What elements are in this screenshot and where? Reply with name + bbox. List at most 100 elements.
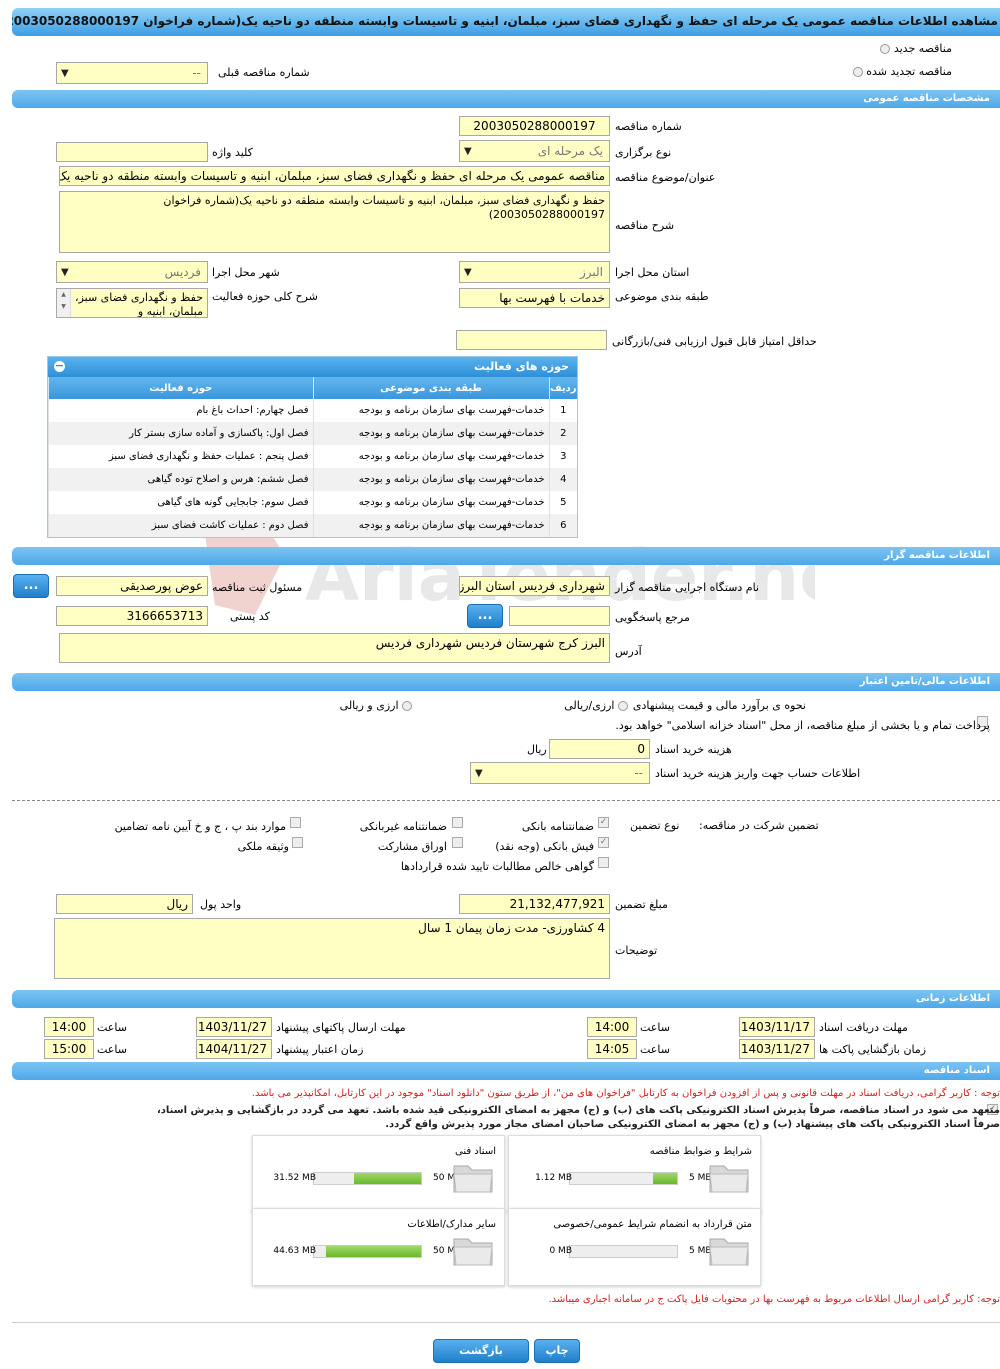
min-score-field[interactable] <box>456 330 607 350</box>
bank-guarantee-checkbox[interactable]: ✓ <box>598 817 609 828</box>
table-row[interactable]: 4 خدمات-فهرست بهای سازمان برنامه و بودجه ف… <box>48 468 577 491</box>
non-bank-checkbox[interactable] <box>452 817 463 828</box>
row-category: خدمات-فهرست بهای سازمان برنامه و بودجه <box>312 399 549 422</box>
validity-time[interactable]: 15:00 <box>44 1039 94 1059</box>
doc-progress <box>313 1172 422 1185</box>
province-label: استان محل اجرا <box>615 266 690 279</box>
city-label: شهر محل اجرا <box>212 266 280 279</box>
participation-label: تضمین شرکت در مناقصه: <box>699 819 819 832</box>
keyword-field[interactable] <box>56 142 208 162</box>
doc-card-contract[interactable]: متن قرارداد به انضمام شرایط عمومی/خصوصی … <box>508 1208 761 1286</box>
doc-card-other[interactable]: سایر مدارک/اطلاعات 50 MB 44.63 MB <box>252 1208 505 1286</box>
open-date[interactable]: 1403/11/27 <box>739 1039 815 1059</box>
table-row[interactable]: 3 خدمات-فهرست بهای سازمان برنامه و بودجه ف… <box>48 445 577 468</box>
doc-receive-label: مهلت دریافت اسناد <box>819 1021 908 1034</box>
renewed-tender-radio[interactable] <box>852 67 863 77</box>
row-activity: فصل دوم : عملیات کاشت فضای سبز <box>48 514 313 537</box>
table-row[interactable]: 5 خدمات-فهرست بهای سازمان برنامه و بودجه ف… <box>48 491 577 514</box>
property-checkbox[interactable] <box>292 837 303 848</box>
doc-receive-time-label: ساعت <box>640 1021 670 1034</box>
city-select[interactable]: فردیس ▼ <box>56 261 208 283</box>
doc-title: متن قرارداد به انضمام شرایط عمومی/خصوصی <box>553 1219 752 1230</box>
grid-title: حوزه های فعالیت <box>474 360 569 373</box>
province-select[interactable]: البرز ▼ <box>459 261 610 283</box>
prev-number-select[interactable]: -- ▼ <box>56 62 208 84</box>
doc-current: 31.52 MB <box>273 1173 316 1183</box>
row-category: خدمات-فهرست بهای سازمان برنامه و بودجه <box>312 491 549 514</box>
table-row[interactable]: 2 خدمات-فهرست بهای سازمان برنامه و بودجه ف… <box>48 422 577 445</box>
bank-receipt-label: فیش بانکی (وجه نقد) <box>495 840 594 853</box>
estimate-label: نحوه ی برآورد مالی و قیمت پیشنهادی <box>632 699 806 712</box>
officer-field[interactable]: عوض پورصدیقی <box>56 576 208 596</box>
doc-progress-fill <box>325 1246 421 1257</box>
net-claims-label: گواهی خالص مطالبات تایید شده قراردادها <box>400 860 594 873</box>
fee-field[interactable]: 0 <box>549 739 650 759</box>
chevron-down-icon: ▼ <box>464 267 472 278</box>
bonds-checkbox[interactable] <box>452 837 463 848</box>
doc-title: شرایط و ضوابط مناقصه <box>649 1146 752 1157</box>
currency-field[interactable]: ریال <box>56 894 193 914</box>
doc-card-terms[interactable]: شرایط و ضوابط مناقصه 5 MB 1.12 MB <box>508 1135 761 1213</box>
validity-date[interactable]: 1404/11/27 <box>196 1039 272 1059</box>
chevron-down-icon: ▼ <box>475 768 483 779</box>
option-fx[interactable]: ارزی و ریالی <box>340 699 412 712</box>
row-category: خدمات-فهرست بهای سازمان برنامه و بودجه <box>312 422 549 445</box>
fx-radio[interactable] <box>402 701 412 711</box>
table-row[interactable]: 6 خدمات-فهرست بهای سازمان برنامه و بودجه ف… <box>48 514 577 537</box>
officer-label: مسئول ثبت مناقصه <box>212 581 303 594</box>
category-field[interactable]: خدمات با فهرست بها <box>459 288 610 308</box>
prev-number-label: شماره مناقصه قبلی <box>218 66 310 79</box>
respondent-more-button[interactable]: ... <box>467 604 503 628</box>
scrollbar[interactable]: ▲ ▼ <box>57 289 71 317</box>
doc-receive-time[interactable]: 14:00 <box>587 1017 637 1037</box>
collapse-icon[interactable]: − <box>54 360 65 372</box>
doc-card-technical[interactable]: اسناد فنی 50 MB 31.52 MB <box>252 1135 505 1213</box>
fee-unit: ریال <box>527 743 547 756</box>
section-finance: اطلاعات مالی/تامین اعتبار <box>12 673 1000 691</box>
account-select[interactable]: -- ▼ <box>470 762 650 784</box>
notes-field[interactable]: 4 کشاورزی- مدت زمان پیمان 1 سال <box>54 918 610 979</box>
respondent-label: مرجع پاسخگویی <box>615 611 690 624</box>
open-time[interactable]: 14:05 <box>587 1039 637 1059</box>
row-number: 4 <box>548 468 577 491</box>
print-button[interactable]: چاپ <box>534 1339 580 1363</box>
subject-field[interactable]: مناقصه عمومی یک مرحله ای حفظ و نگهداری ف… <box>59 166 610 186</box>
address-field[interactable]: البرز کرج شهرستان فردیس شهرداری فردیس <box>59 633 610 663</box>
validity-label: زمان اعتبار پیشنهاد <box>276 1043 364 1056</box>
net-claims-checkbox[interactable] <box>598 857 609 868</box>
clauses-checkbox[interactable] <box>290 817 301 828</box>
doc-progress <box>569 1172 678 1185</box>
doc-title: سایر مدارک/اطلاعات <box>407 1219 496 1230</box>
officer-more-button[interactable]: ... <box>13 574 49 598</box>
amount-label: مبلغ تضمین <box>615 898 668 911</box>
doc-title: اسناد فنی <box>455 1146 496 1157</box>
org-field[interactable]: شهرداری فردیس استان البرز <box>459 576 610 596</box>
table-row[interactable]: 1 خدمات-فهرست بهای سازمان برنامه و بودجه ف… <box>48 399 577 422</box>
postal-field[interactable]: 3166653713 <box>56 606 208 626</box>
bank-receipt-checkbox[interactable]: ✓ <box>598 837 609 848</box>
section-timing: اطلاعات زمانی <box>12 990 1000 1008</box>
new-tender-option[interactable]: مناقصه جدید <box>880 42 952 55</box>
respondent-field[interactable] <box>509 606 610 626</box>
doc-current: 1.12 MB <box>535 1173 572 1183</box>
row-activity: فصل اول: پاکسازی و آماده سازی بستر کار <box>48 422 313 445</box>
folder-icon <box>709 1165 749 1193</box>
option-rial[interactable]: ارزی/ریالی <box>564 699 628 712</box>
activity-desc-value: حفظ و نگهداری فضای سبز، مبلمان، ابنیه و <box>75 291 203 318</box>
submit-time[interactable]: 14:00 <box>44 1017 94 1037</box>
type-select[interactable]: یک مرحله ای ▼ <box>459 140 610 162</box>
amount-field[interactable]: 21,132,477,921 <box>459 894 610 914</box>
activity-desc-field[interactable]: حفظ و نگهداری فضای سبز، مبلمان، ابنیه و … <box>56 288 208 318</box>
submit-date[interactable]: 1403/11/27 <box>196 1017 272 1037</box>
province-value: البرز <box>579 265 603 279</box>
rial-label: ارزی/ریالی <box>564 699 615 712</box>
renewed-tender-option[interactable]: مناقصه تجدید شده <box>852 65 952 78</box>
activity-desc-label: شرح کلی حوزه فعالیت <box>212 290 318 303</box>
description-field[interactable]: حفظ و نگهداری فضای سبز، مبلمان، ابنیه و … <box>59 191 610 253</box>
tender-number-field[interactable]: 2003050288000197 <box>459 116 610 136</box>
rial-radio[interactable] <box>618 701 628 711</box>
doc-receive-date[interactable]: 1403/11/17 <box>739 1017 815 1037</box>
back-button[interactable]: بازگشت <box>433 1339 529 1363</box>
category-label: طبقه بندی موضوعی <box>615 290 709 303</box>
new-tender-radio[interactable] <box>880 44 891 54</box>
